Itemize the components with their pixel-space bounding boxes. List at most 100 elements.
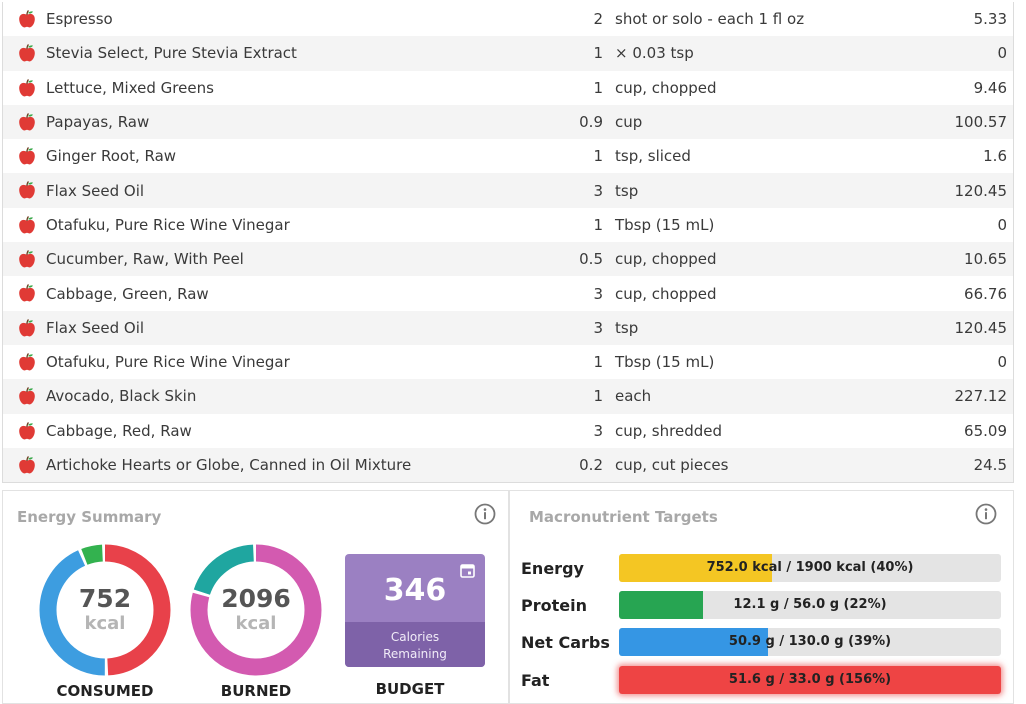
macro-row-fat[interactable]: Fat 51.6 g / 33.0 g (156%) [521, 666, 1006, 694]
food-row[interactable]: Flax Seed Oil 3 tsp 120.45 [3, 173, 1013, 208]
food-row[interactable]: Ginger Root, Raw 1 tsp, sliced 1.6 [3, 139, 1013, 173]
macro-row-energy[interactable]: Energy 752.0 kcal / 1900 kcal (40%) [521, 554, 1006, 582]
apple-icon [19, 284, 35, 302]
food-row[interactable]: Stevia Select, Pure Stevia Extract 1 × 0.0… [3, 36, 1013, 71]
food-name: Espresso [46, 10, 113, 29]
apple-icon [19, 147, 35, 165]
macro-row-net-carbs[interactable]: Net Carbs 50.9 g / 130.0 g (39%) [521, 628, 1006, 656]
food-calories: 65.09 [964, 421, 1007, 440]
food-quantity: 1 [593, 147, 603, 166]
food-row[interactable]: Cucumber, Raw, With Peel 0.5 cup, chopped 1… [3, 242, 1013, 277]
food-unit: Tbsp (15 mL) [615, 353, 715, 372]
food-unit: cup, cut pieces [615, 456, 729, 474]
macro-label: Fat [521, 671, 550, 690]
macro-progress-text: 51.6 g / 33.0 g (156%) [728, 672, 892, 687]
macronutrient-targets-panel: Macronutrient Targets Energy 752.0 kcal /… [509, 490, 1014, 704]
food-calories: 120.45 [954, 181, 1008, 200]
macro-progress-bar: 51.6 g / 33.0 g (156%) [619, 666, 1001, 694]
consumed-value: 752 [78, 584, 132, 613]
food-row[interactable]: Espresso 2 shot or solo - each 1 fl oz 5.33 [3, 2, 1013, 36]
food-quantity: 3 [593, 318, 603, 337]
budget-card[interactable]: 346 Calories Remaining [345, 554, 485, 667]
food-calories: 5.33 [973, 10, 1007, 29]
macro-progress-text: 12.1 g / 56.0 g (22%) [733, 597, 887, 612]
apple-icon [19, 181, 35, 199]
food-unit: shot or solo - each 1 fl oz [615, 10, 805, 29]
food-quantity: 0.2 [579, 456, 603, 474]
macro-progress-text: 50.9 g / 130.0 g (39%) [728, 634, 892, 649]
macro-targets-title: Macronutrient Targets [529, 508, 718, 526]
food-calories: 100.57 [954, 113, 1008, 132]
food-name: Otafuku, Pure Rice Wine Vinegar [46, 215, 290, 234]
food-quantity: 0.9 [579, 113, 603, 132]
food-calories: 0 [997, 44, 1007, 63]
info-icon[interactable] [474, 503, 496, 525]
food-row[interactable]: Otafuku, Pure Rice Wine Vinegar 1 Tbsp (15… [3, 208, 1013, 242]
food-name: Stevia Select, Pure Stevia Extract [46, 44, 297, 63]
food-row[interactable]: Cabbage, Green, Raw 3 cup, chopped 66.76 [3, 276, 1013, 310]
food-row[interactable]: Artichoke Hearts or Globe, Canned in Oil… [3, 447, 1013, 483]
food-name: Artichoke Hearts or Globe, Canned in Oil… [46, 456, 412, 474]
food-quantity: 1 [593, 387, 603, 406]
food-unit: cup [615, 113, 643, 132]
food-unit: Tbsp (15 mL) [615, 215, 715, 234]
budget-value: 346 [383, 573, 447, 608]
food-row[interactable]: Avocado, Black Skin 1 each 227.12 [3, 379, 1013, 414]
food-unit: cup, chopped [615, 78, 717, 97]
food-name: Papayas, Raw [46, 113, 150, 132]
food-row[interactable]: Otafuku, Pure Rice Wine Vinegar 1 Tbsp (15… [3, 345, 1013, 379]
food-calories: 0 [997, 353, 1007, 372]
apple-icon [19, 421, 35, 440]
burned-ring[interactable]: 2096 kcal [189, 543, 323, 677]
food-quantity: 1 [593, 78, 603, 97]
macro-progress-bar: 12.1 g / 56.0 g (22%) [619, 591, 1001, 619]
food-name: Flax Seed Oil [46, 318, 145, 337]
apple-icon [19, 455, 35, 474]
consumed-unit: kcal [84, 613, 126, 634]
food-quantity: 3 [593, 284, 603, 303]
food-calories: 227.12 [954, 387, 1008, 406]
burned-label: BURNED [220, 682, 292, 700]
macro-progress-bar: 50.9 g / 130.0 g (39%) [619, 628, 1001, 656]
food-calories: 24.5 [973, 456, 1007, 474]
apple-icon [19, 112, 35, 131]
consumed-ring[interactable]: 752 kcal [38, 543, 172, 677]
food-name: Ginger Root, Raw [46, 147, 177, 166]
macro-label: Protein [521, 596, 587, 615]
budget-label: BUDGET [375, 680, 445, 698]
food-unit: cup, chopped [615, 250, 717, 269]
food-row[interactable]: Flax Seed Oil 3 tsp 120.45 [3, 310, 1013, 345]
food-quantity: 0.5 [579, 250, 603, 269]
apple-icon [19, 215, 35, 234]
burned-value: 2096 [221, 584, 291, 613]
burned-unit: kcal [235, 613, 277, 634]
info-icon[interactable] [975, 503, 997, 525]
food-quantity: 3 [593, 421, 603, 440]
apple-icon [19, 318, 35, 337]
food-quantity: 1 [593, 353, 603, 372]
macro-progress-text: 752.0 kcal / 1900 kcal (40%) [706, 560, 914, 575]
food-name: Cabbage, Green, Raw [46, 284, 209, 303]
food-calories: 1.6 [983, 147, 1007, 166]
apple-icon [19, 387, 35, 405]
food-calories: 9.46 [973, 78, 1007, 97]
food-calories: 0 [997, 215, 1007, 234]
macro-row-protein[interactable]: Protein 12.1 g / 56.0 g (22%) [521, 591, 1006, 619]
food-unit: each [615, 387, 652, 406]
food-row[interactable]: Cabbage, Red, Raw 3 cup, shredded 65.09 [3, 414, 1013, 448]
macro-label: Net Carbs [521, 633, 610, 652]
food-diary-table: Espresso 2 shot or solo - each 1 fl oz 5.33… [2, 2, 1014, 484]
food-row[interactable]: Lettuce, Mixed Greens 1 cup, chopped 9.46 [3, 71, 1013, 105]
apple-icon [19, 78, 35, 97]
food-row[interactable]: Papayas, Raw 0.9 cup 100.57 [3, 104, 1013, 140]
consumed-label: CONSUMED [56, 682, 154, 700]
food-calories: 120.45 [954, 318, 1008, 337]
food-name: Avocado, Black Skin [46, 387, 197, 406]
food-name: Otafuku, Pure Rice Wine Vinegar [46, 353, 290, 372]
food-quantity: 1 [593, 44, 603, 63]
apple-icon [19, 250, 35, 268]
food-name: Cucumber, Raw, With Peel [46, 250, 244, 269]
energy-summary-panel: Energy Summary 752 kcal CONSUMED 2096 kc… [2, 490, 509, 704]
apple-icon [19, 10, 35, 28]
food-unit: tsp [615, 181, 639, 200]
